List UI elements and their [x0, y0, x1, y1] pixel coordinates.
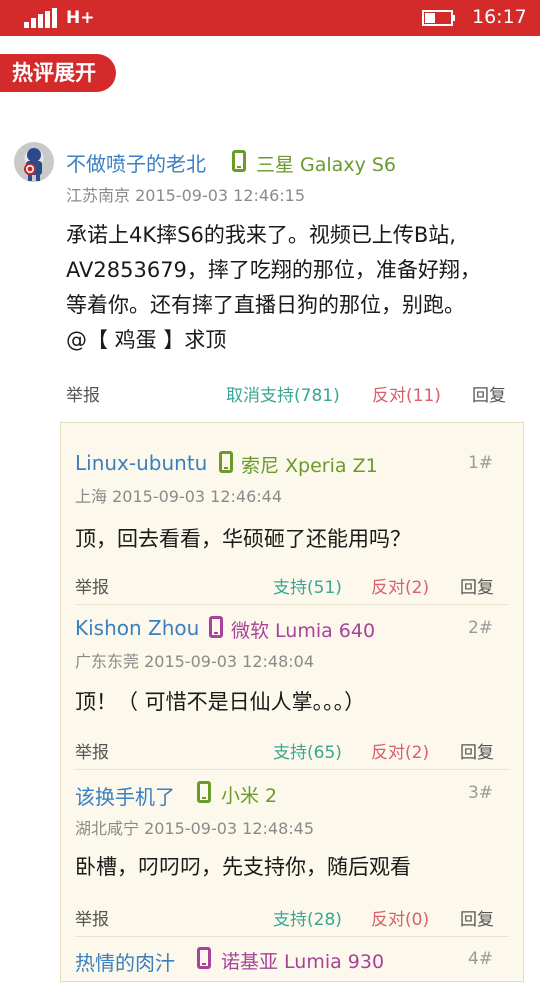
- floor-number: 1#: [467, 453, 493, 473]
- reply-text: 顶！（ 可惜不是日仙人掌。。。）: [75, 690, 366, 714]
- comment-line: 等着你。还有摔了直播日狗的那位，别跑。: [66, 293, 465, 317]
- reply-button[interactable]: 回复: [460, 905, 494, 930]
- phone-icon: [209, 616, 223, 638]
- report-button[interactable]: 举报: [75, 573, 109, 598]
- report-button[interactable]: 举报: [75, 738, 109, 763]
- captain-shield-avatar-icon: [24, 148, 42, 181]
- signal-strength-icon: [24, 8, 57, 28]
- reply-device: 诺基亚 Lumia 930: [221, 951, 385, 973]
- report-button[interactable]: 举报: [75, 905, 109, 930]
- divider: [75, 769, 509, 770]
- reply-username[interactable]: 热情的肉汁: [75, 947, 175, 976]
- floor-number: 2#: [467, 618, 493, 638]
- oppose-button[interactable]: 反对(2): [371, 738, 429, 763]
- avatar[interactable]: [14, 142, 54, 182]
- divider: [75, 936, 509, 937]
- reply-device: 小米 2: [221, 785, 278, 807]
- hot-comments-expand-button[interactable]: 热评展开: [0, 54, 116, 92]
- phone-icon: [197, 781, 211, 803]
- comment-line: 承诺上4K摔S6的我来了。视频已上传B站,: [66, 223, 456, 247]
- phone-icon: [197, 947, 211, 969]
- support-button[interactable]: 取消支持(781): [226, 381, 340, 406]
- replies-panel: Linux-ubuntu 索尼 Xperia Z1 1# 上海 2015-09-…: [60, 422, 524, 982]
- divider: [75, 604, 509, 605]
- reply-username[interactable]: Kishon Zhou: [75, 616, 199, 640]
- comment-line: AV2853679，摔了吃翔的那位，准备好翔，: [66, 258, 481, 282]
- reply-device: 索尼 Xperia Z1: [241, 455, 378, 477]
- oppose-button[interactable]: 反对(2): [371, 573, 429, 598]
- reply-button[interactable]: 回复: [472, 381, 506, 406]
- comment-device: 三星 Galaxy S6: [256, 154, 397, 176]
- reply-text: 顶，回去看看，华硕砸了还能用吗？: [75, 527, 411, 551]
- status-bar: H+ 16:17: [0, 0, 540, 36]
- support-button[interactable]: 支持(65): [273, 738, 342, 763]
- reply-username[interactable]: Linux-ubuntu: [75, 451, 207, 475]
- reply-location-time: 上海 2015-09-03 12:46:44: [75, 487, 283, 506]
- comment-location-time: 江苏南京 2015-09-03 12:46:15: [66, 186, 306, 205]
- reply-device: 微软 Lumia 640: [231, 620, 376, 642]
- reply-location-time: 广东东莞 2015-09-03 12:48:04: [75, 652, 315, 671]
- reply-username[interactable]: 该换手机了: [75, 781, 175, 810]
- oppose-button[interactable]: 反对(0): [371, 905, 429, 930]
- reply-text: 卧槽，叼叼叼，先支持你，随后观看: [75, 855, 411, 879]
- comment-username[interactable]: 不做喷子的老北: [66, 148, 206, 177]
- support-button[interactable]: 支持(51): [273, 573, 342, 598]
- network-type: H+: [66, 8, 95, 28]
- support-button[interactable]: 支持(28): [273, 905, 342, 930]
- comment-body: 承诺上4K摔S6的我来了。视频已上传B站, AV2853679，摔了吃翔的那位，…: [66, 218, 526, 358]
- oppose-button[interactable]: 反对(11): [372, 381, 441, 406]
- reply-location-time: 湖北咸宁 2015-09-03 12:48:45: [75, 819, 315, 838]
- report-button[interactable]: 举报: [66, 381, 100, 406]
- reply-button[interactable]: 回复: [460, 573, 494, 598]
- battery-icon: [422, 10, 455, 26]
- floor-number: 4#: [467, 949, 493, 969]
- phone-icon: [219, 451, 233, 473]
- clock: 16:17: [472, 6, 527, 28]
- reply-button[interactable]: 回复: [460, 738, 494, 763]
- comment-line: @【 鸡蛋 】求顶: [66, 328, 227, 352]
- floor-number: 3#: [467, 783, 493, 803]
- phone-icon: [232, 150, 246, 172]
